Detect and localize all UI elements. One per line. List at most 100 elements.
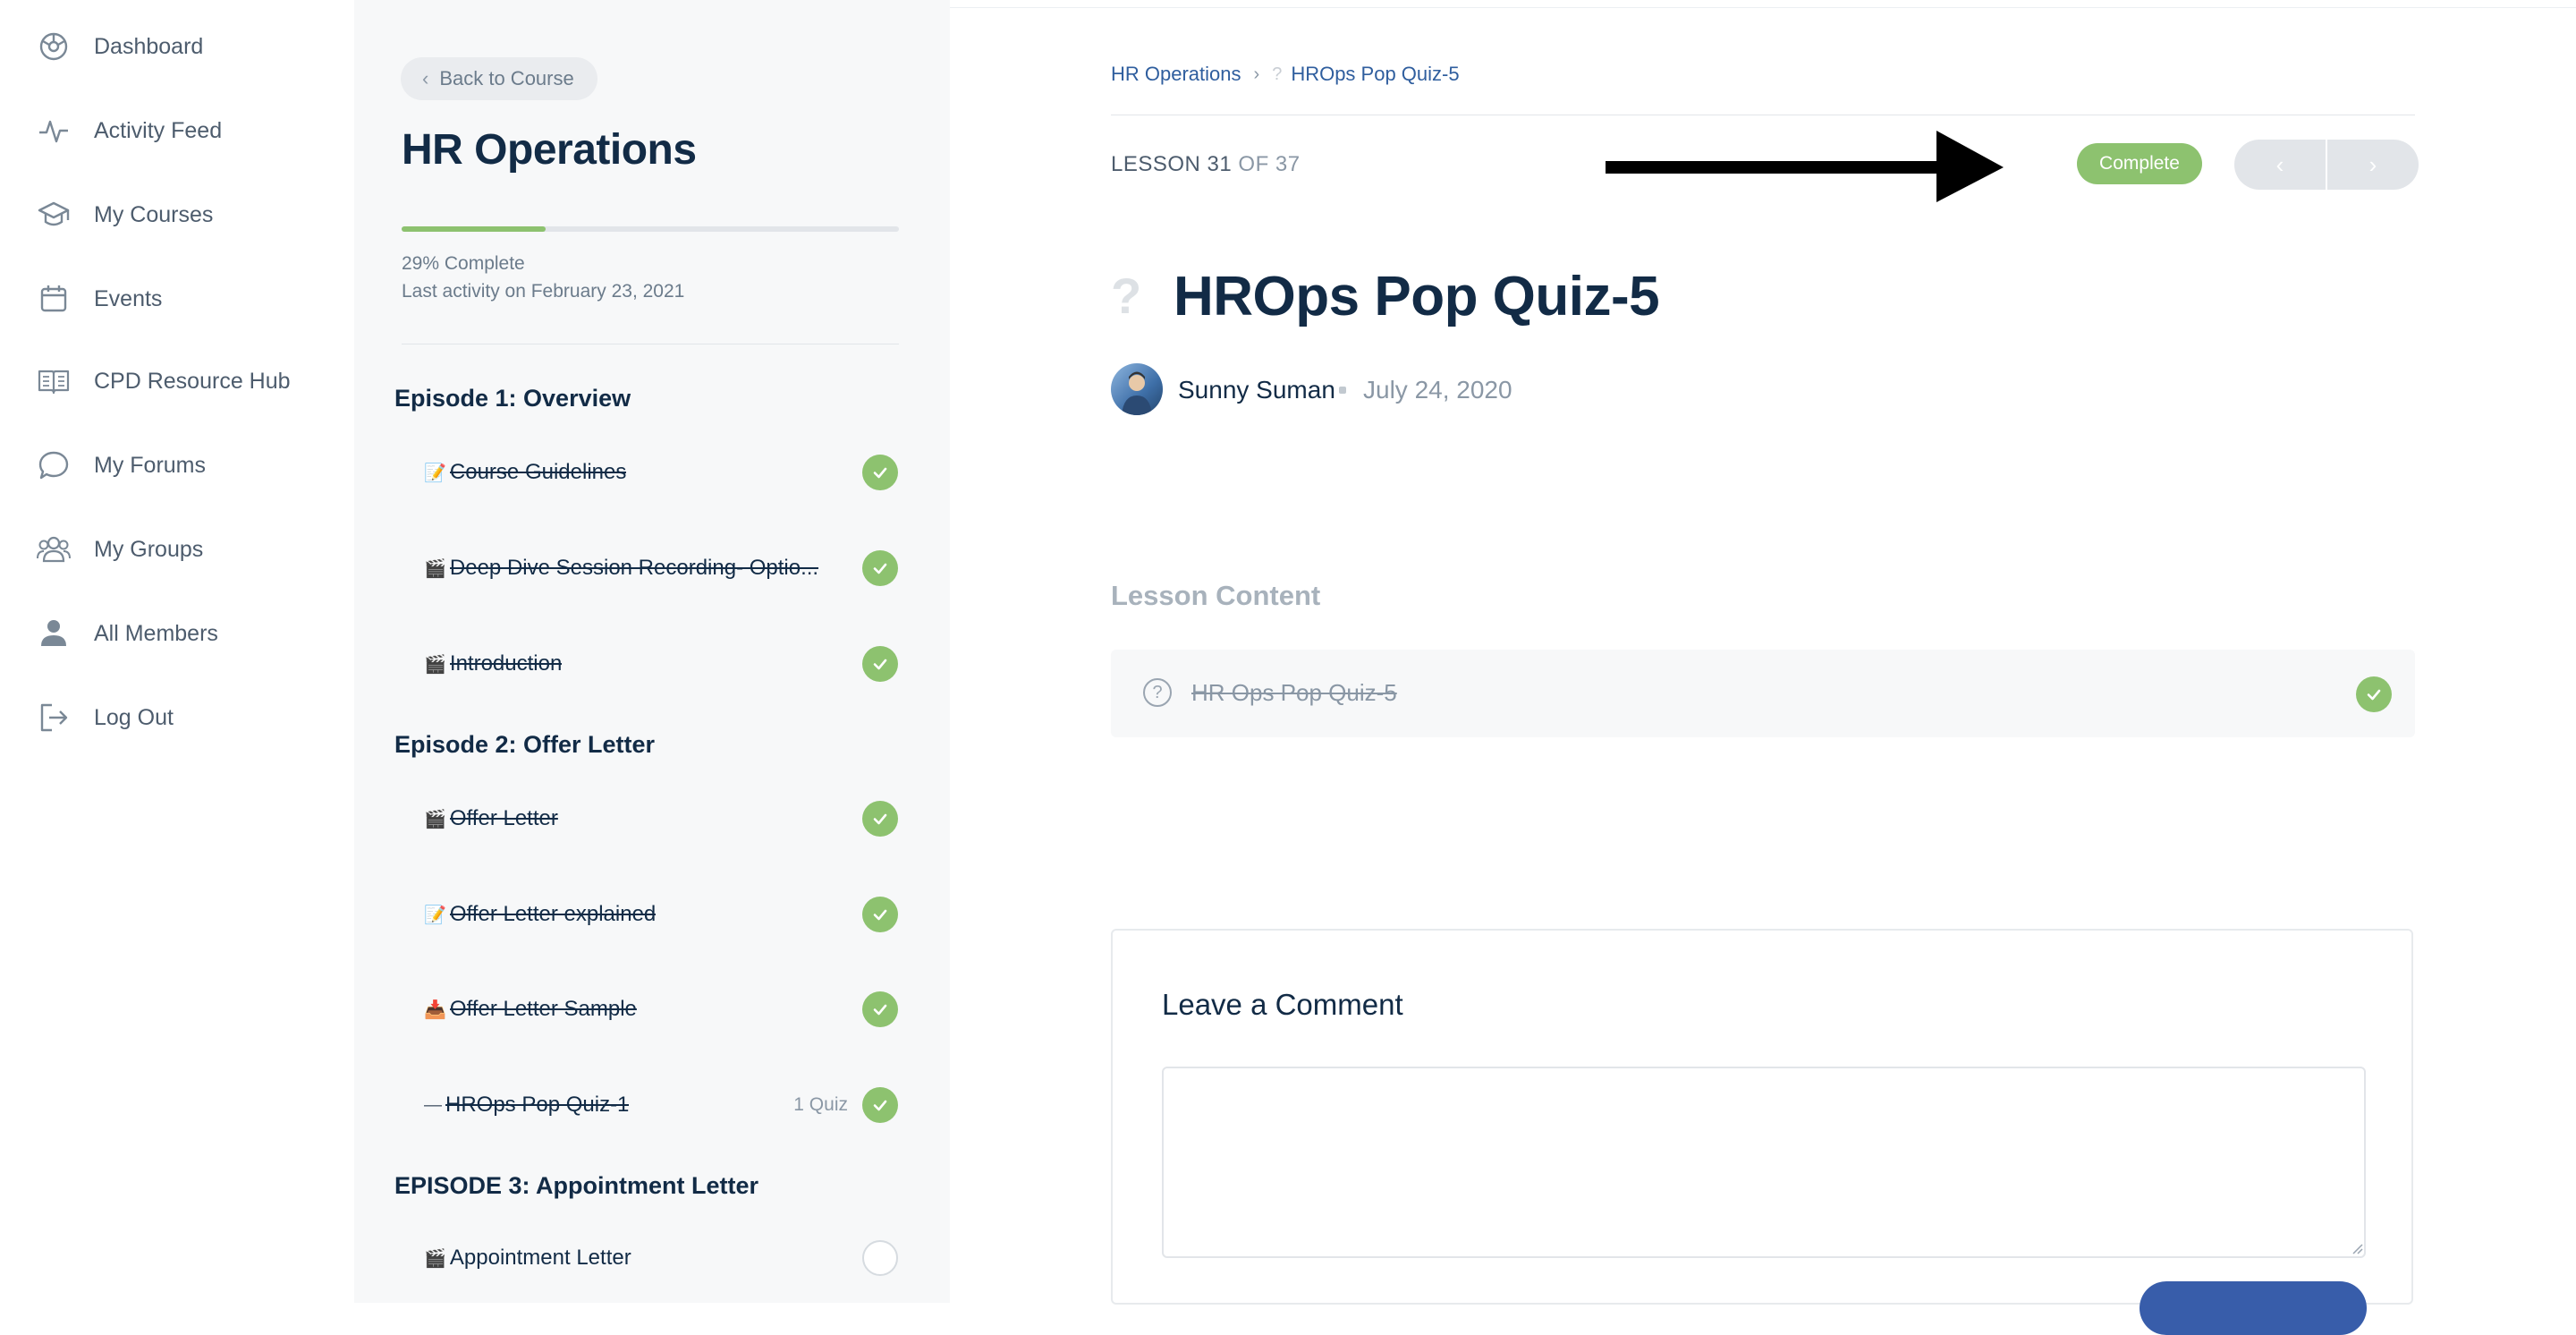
chat-bubble-icon [38,451,69,480]
page-title: HROps Pop Quiz-5 [1174,266,1660,327]
notepad-icon: 📝 [424,463,446,483]
nav-item-dashboard[interactable]: Dashboard [36,20,203,73]
back-to-course-label: Back to Course [439,67,574,89]
lesson-item[interactable]: 📝 Offer Letter explained [424,892,898,937]
lesson-content-heading: Lesson Content [1111,580,1321,611]
lesson-content-item[interactable]: ? HR Ops Pop Quiz-5 [1111,650,2415,737]
completed-check-icon [862,646,898,682]
quiz-icon: ? [1143,678,1172,707]
comment-heading: Leave a Comment [1162,988,1403,1021]
lesson-number: LESSON 31 [1111,152,1233,176]
lesson-counter: LESSON 31 OF 37 [1111,152,1301,177]
episode-heading: EPISODE 3: Appointment Letter [394,1172,759,1199]
lesson-item[interactable]: — HROps Pop Quiz-1 1 Quiz [424,1083,898,1127]
lesson-title: Offer Letter explained [449,902,657,926]
chevron-right-icon: › [2368,150,2377,178]
notepad-icon: 📝 [424,905,446,925]
progress-text: 29% Complete [402,253,525,274]
question-mark-icon: ? [1272,64,1283,84]
logout-icon [40,703,68,732]
breadcrumb-course-link[interactable]: HR Operations [1111,63,1241,86]
lesson-item[interactable]: 🎬 Introduction [424,642,898,686]
lesson-item[interactable]: 🎬 Appointment Letter [424,1236,898,1280]
breadcrumb-current[interactable]: HROps Pop Quiz-5 [1291,63,1459,86]
chevron-left-icon: ‹ [2275,150,2284,178]
nav-item-cpd-resource-hub[interactable]: CPD Resource Hub [36,354,291,408]
back-to-course-button[interactable]: ‹ Back to Course [401,57,597,100]
graduation-cap-icon [38,201,70,226]
status-badge: Complete [2077,143,2202,184]
lesson-total: OF 37 [1238,152,1301,176]
breadcrumb-separator-icon: › [1253,64,1260,84]
episode-heading: Episode 1: Overview [394,385,631,412]
nav-label: Events [94,285,163,311]
lesson-title: Offer Letter [449,806,558,830]
lesson-item[interactable]: 📥 Offer Letter Sample [424,987,898,1032]
dashboard-icon [39,32,68,61]
calendar-icon [40,285,67,312]
dash-icon: — [424,1094,442,1115]
clapperboard-icon: 🎬 [424,1248,446,1269]
download-tray-icon: 📥 [424,999,446,1020]
person-icon [41,620,66,646]
nav-item-my-courses[interactable]: My Courses [36,188,213,242]
completed-check-icon [862,1087,898,1123]
lesson-title: HROps Pop Quiz-1 [445,1093,630,1117]
nav-label: Log Out [94,704,174,730]
nav-label: My Forums [94,452,206,478]
comment-textarea[interactable] [1162,1067,2366,1258]
clapperboard-icon: 🎬 [424,809,446,829]
last-activity: Last activity on February 23, 2021 [402,281,685,302]
nav-label: Dashboard [94,33,204,59]
nav-label: My Groups [94,536,204,562]
comment-form: Leave a Comment [1111,929,2413,1335]
nav-label: All Members [94,620,218,646]
nav-item-all-members[interactable]: All Members [36,607,218,660]
completed-check-icon [2356,676,2392,712]
lesson-content-title: HR Ops Pop Quiz-5 [1191,679,1397,706]
completed-check-icon [862,991,898,1027]
clapperboard-icon: 🎬 [424,654,446,675]
lesson-item[interactable]: 🎬 Offer Letter [424,796,898,841]
left-navigation: Dashboard Activity Feed My Courses Event… [0,0,354,1303]
annotation-arrow-icon [1606,131,2004,202]
incomplete-circle-icon[interactable] [862,1240,898,1276]
course-title: HR Operations [402,126,697,174]
completed-check-icon [862,801,898,837]
course-sidebar: ‹ Back to Course HR Operations 29% Compl… [354,0,950,1303]
nav-label: Activity Feed [94,117,223,143]
author-name[interactable]: Sunny Suman [1178,376,1335,404]
lesson-title: Course Guidelines [449,460,627,484]
lesson-title: Introduction [449,651,563,676]
course-progress-fill [402,226,547,232]
post-comment-button[interactable] [2140,1281,2367,1335]
clapperboard-icon: 🎬 [424,558,446,579]
resize-grip-icon[interactable] [2351,1242,2363,1254]
lesson-title: Deep Dive Session Recording- Optio... [449,556,819,580]
previous-lesson-button[interactable]: ‹ [2234,140,2326,190]
group-icon [37,536,71,563]
nav-label: My Courses [94,201,214,227]
lesson-meta: 1 Quiz [793,1094,848,1115]
next-lesson-button[interactable]: › [2327,140,2419,190]
publish-date: July 24, 2020 [1363,376,1513,404]
book-icon [38,370,70,395]
nav-item-my-groups[interactable]: My Groups [36,523,203,576]
nav-label: CPD Resource Hub [94,368,291,394]
chevron-left-icon: ‹ [422,67,429,89]
nav-item-my-forums[interactable]: My Forums [36,438,206,492]
nav-item-log-out[interactable]: Log Out [36,691,174,744]
lesson-item[interactable]: 🎬 Deep Dive Session Recording- Optio... [424,546,898,591]
nav-item-activity-feed[interactable]: Activity Feed [36,104,222,157]
meta-separator [1339,387,1346,394]
completed-check-icon [862,897,898,932]
lesson-item[interactable]: 📝 Course Guidelines [424,450,898,495]
breadcrumb: HR Operations › ? HROps Pop Quiz-5 [1111,63,1460,86]
completed-check-icon [862,455,898,490]
nav-item-events[interactable]: Events [36,272,162,326]
avatar[interactable] [1111,363,1163,415]
completed-check-icon [862,550,898,586]
lesson-title: Offer Letter Sample [449,997,637,1021]
episode-heading: Episode 2: Offer Letter [394,731,656,758]
lesson-title: Appointment Letter [449,1246,631,1270]
